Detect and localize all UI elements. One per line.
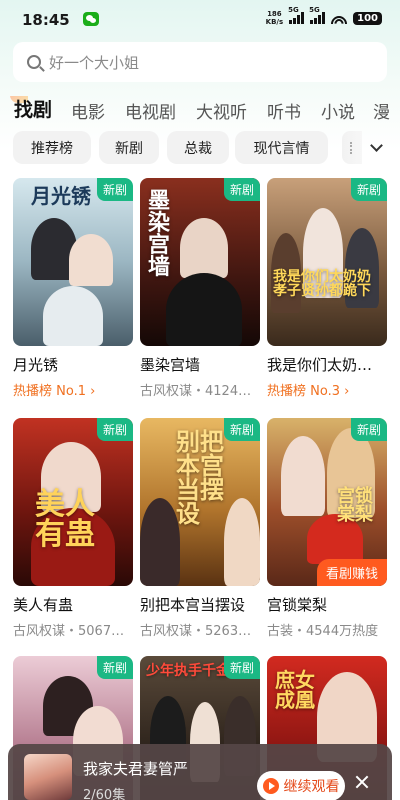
chip-new[interactable]: 新剧 xyxy=(99,131,159,164)
battery-icon: 100 xyxy=(353,11,382,25)
card-title: 别把本宫当摆设 xyxy=(140,596,246,614)
drama-grid: 月光锈 新剧 月光锈 热播榜 No.1 › 墨染宫墙 新剧 墨染宫墙 古风权谋・… xyxy=(0,178,400,800)
chevron-right-icon: › xyxy=(344,384,350,399)
signal-label-2: 5G xyxy=(309,6,320,14)
tab-comic[interactable]: 漫 xyxy=(373,98,390,123)
mini-player-title: 我家夫君妻管严 xyxy=(83,760,189,778)
wechat-icon xyxy=(83,12,99,26)
poster-title-art: 少年执手千金 xyxy=(146,663,230,679)
search-icon xyxy=(27,55,41,69)
poster-title-art: 墨染宫墙 xyxy=(148,188,171,280)
drama-card[interactable]: 别把本宫当摆设 新剧 别把本宫当摆设 古风权谋・5263… xyxy=(140,418,260,639)
poster[interactable]: 美人有蛊 新剧 xyxy=(13,418,133,586)
new-badge: 新剧 xyxy=(223,178,260,201)
mini-player-episode: 2/60集 xyxy=(83,788,126,800)
tab-tv[interactable]: 电视剧 xyxy=(125,98,176,123)
net-speed-unit: KB/s xyxy=(265,18,284,26)
chip-ceo[interactable]: 总裁 xyxy=(167,131,229,164)
new-badge: 新剧 xyxy=(350,418,387,441)
drama-card[interactable]: 美人有蛊 新剧 美人有蛊 古风权谋・5067… xyxy=(13,418,133,639)
mini-player[interactable]: 我家夫君妻管严 2/60集 继续观看 xyxy=(8,744,392,800)
tab-find-drama[interactable]: 找剧 xyxy=(9,96,52,122)
status-time: 18:45 xyxy=(22,11,70,29)
card-title: 墨染宫墙 xyxy=(140,356,201,374)
net-speed-value: 186 xyxy=(267,10,282,18)
signal-label: 5G xyxy=(288,6,299,14)
card-rank-text: 热播榜 No.3 xyxy=(267,384,340,399)
signal-icon-2: 5G xyxy=(309,6,326,24)
chevron-down-icon[interactable] xyxy=(370,139,383,152)
main-tabs: 找剧 电影 电视剧 大视听 听书 小说 漫 xyxy=(0,96,400,126)
poster[interactable]: 我是你们太奶奶 孝子贤孙都跪下 新剧 xyxy=(267,178,387,346)
card-rank-text: 热播榜 No.1 xyxy=(13,384,86,399)
poster-title-art: 别把本宫当摆设 xyxy=(176,427,224,528)
poster-title-art: 庶女成凰 xyxy=(275,668,315,712)
filter-chips: 推荐榜 新剧 总裁 现代言情 xyxy=(13,131,400,164)
card-title: 美人有蛊 xyxy=(13,596,74,614)
new-badge: 新剧 xyxy=(96,418,133,441)
poster-title-art: 月光锈 xyxy=(31,184,91,208)
card-title: 我是你们太奶… xyxy=(267,356,373,374)
poster[interactable]: 别把本宫当摆设 新剧 xyxy=(140,418,260,586)
new-badge: 新剧 xyxy=(223,656,260,679)
card-title: 宫锁棠梨 xyxy=(267,596,328,614)
poster[interactable]: 宫锁棠梨 新剧 看剧赚钱 xyxy=(267,418,387,586)
status-bar: 18:45 186 KB/s 5G 5G 100 xyxy=(0,0,400,40)
close-icon[interactable] xyxy=(354,774,370,790)
drama-card[interactable]: 月光锈 新剧 月光锈 热播榜 No.1 › xyxy=(13,178,133,399)
poster-title-art: 美人有蛊 xyxy=(35,487,95,552)
drama-card[interactable]: 宫锁棠梨 新剧 看剧赚钱 宫锁棠梨 古装・4544万热度 xyxy=(267,418,387,639)
card-rank[interactable]: 热播榜 No.3 › xyxy=(267,380,387,399)
tab-audiobook[interactable]: 听书 xyxy=(267,98,301,123)
new-badge: 新剧 xyxy=(96,178,133,201)
drama-card[interactable]: 我是你们太奶奶 孝子贤孙都跪下 新剧 我是你们太奶… 热播榜 No.3 › xyxy=(267,178,387,399)
chips-overflow xyxy=(342,131,362,164)
play-icon xyxy=(262,778,279,794)
card-meta: 古装・4544万热度 xyxy=(267,624,379,639)
card-meta: 古风权谋・5067… xyxy=(13,624,125,639)
new-badge: 新剧 xyxy=(350,178,387,201)
tab-novel[interactable]: 小说 xyxy=(321,98,355,123)
poster-title-art: 宫锁棠梨 xyxy=(337,486,373,525)
tab-big-av[interactable]: 大视听 xyxy=(196,98,247,123)
card-meta: 古风权谋・5263… xyxy=(140,624,252,639)
continue-watching-button[interactable]: 继续观看 xyxy=(257,771,345,800)
chip-modern-romance[interactable]: 现代言情 xyxy=(235,131,328,164)
chevron-right-icon: › xyxy=(90,384,96,399)
card-title: 月光锈 xyxy=(13,356,59,374)
new-badge: 新剧 xyxy=(96,656,133,679)
card-rank[interactable]: 热播榜 No.1 › xyxy=(13,380,133,399)
mini-player-thumbnail[interactable] xyxy=(24,754,72,800)
signal-icon: 5G xyxy=(288,6,305,24)
chip-recommend[interactable]: 推荐榜 xyxy=(13,131,91,164)
search-input[interactable]: 好一个大小姐 xyxy=(13,42,387,82)
net-speed: 186 KB/s xyxy=(266,10,283,26)
card-meta: 古风权谋・4124… xyxy=(140,384,252,399)
status-icons: 186 KB/s 5G 5G 100 xyxy=(266,6,382,26)
poster[interactable]: 墨染宫墙 新剧 xyxy=(140,178,260,346)
drama-card[interactable]: 墨染宫墙 新剧 墨染宫墙 古风权谋・4124… xyxy=(140,178,260,399)
search-placeholder: 好一个大小姐 xyxy=(49,53,140,72)
tab-movie[interactable]: 电影 xyxy=(71,98,105,123)
new-badge: 新剧 xyxy=(223,418,260,441)
continue-watching-label: 继续观看 xyxy=(283,779,340,795)
poster-title-art: 我是你们太奶奶 孝子贤孙都跪下 xyxy=(273,269,371,299)
wifi-icon xyxy=(331,12,348,24)
poster[interactable]: 月光锈 新剧 xyxy=(13,178,133,346)
earn-money-button[interactable]: 看剧赚钱 xyxy=(316,559,387,586)
